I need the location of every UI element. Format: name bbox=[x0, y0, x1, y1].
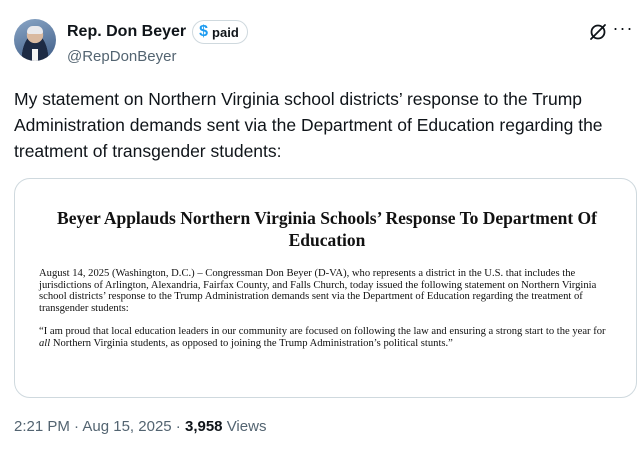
tweet-header: Rep. Don Beyer $ paid @RepDonBeyer ··· bbox=[14, 14, 634, 70]
tweet-date[interactable]: Aug 15, 2025 bbox=[82, 418, 171, 435]
quote-text-before: “I am proud that local education leaders… bbox=[39, 326, 606, 338]
statement-image-card[interactable]: Beyer Applauds Northern Virginia Schools… bbox=[14, 178, 637, 398]
grok-icon[interactable] bbox=[588, 22, 608, 42]
tweet-meta: 2:21 PM · Aug 15, 2025 · 3,958 Views bbox=[14, 418, 266, 435]
paid-badge-label: paid bbox=[212, 24, 239, 40]
statement-paragraph: August 14, 2025 (Washington, D.C.) – Con… bbox=[39, 268, 597, 314]
avatar-hair bbox=[27, 26, 43, 34]
dollar-icon: $ bbox=[199, 23, 209, 40]
author-name[interactable]: Rep. Don Beyer bbox=[67, 23, 186, 41]
avatar[interactable] bbox=[14, 19, 56, 61]
statement-document: Beyer Applauds Northern Virginia Schools… bbox=[39, 207, 615, 350]
author-row: Rep. Don Beyer $ paid bbox=[67, 20, 248, 44]
views-count: 3,958 bbox=[184, 418, 223, 435]
views-label: Views bbox=[222, 418, 267, 435]
statement-quote: “I am proud that local education leaders… bbox=[39, 326, 615, 349]
more-icon[interactable]: ··· bbox=[612, 19, 634, 40]
quote-emphasis: all bbox=[39, 337, 51, 349]
statement-title: Beyer Applauds Northern Virginia Schools… bbox=[57, 208, 597, 250]
avatar-collar bbox=[32, 49, 38, 61]
meta-separator-2: · bbox=[171, 418, 185, 435]
quote-text-after: Northern Virginia students, as opposed t… bbox=[50, 337, 453, 349]
paid-badge[interactable]: $ paid bbox=[192, 20, 248, 44]
tweet-time[interactable]: 2:21 PM bbox=[14, 418, 70, 435]
meta-separator: · bbox=[69, 418, 83, 435]
author-handle[interactable]: @RepDonBeyer bbox=[67, 48, 176, 65]
tweet-text: My statement on Northern Virginia school… bbox=[14, 89, 603, 161]
